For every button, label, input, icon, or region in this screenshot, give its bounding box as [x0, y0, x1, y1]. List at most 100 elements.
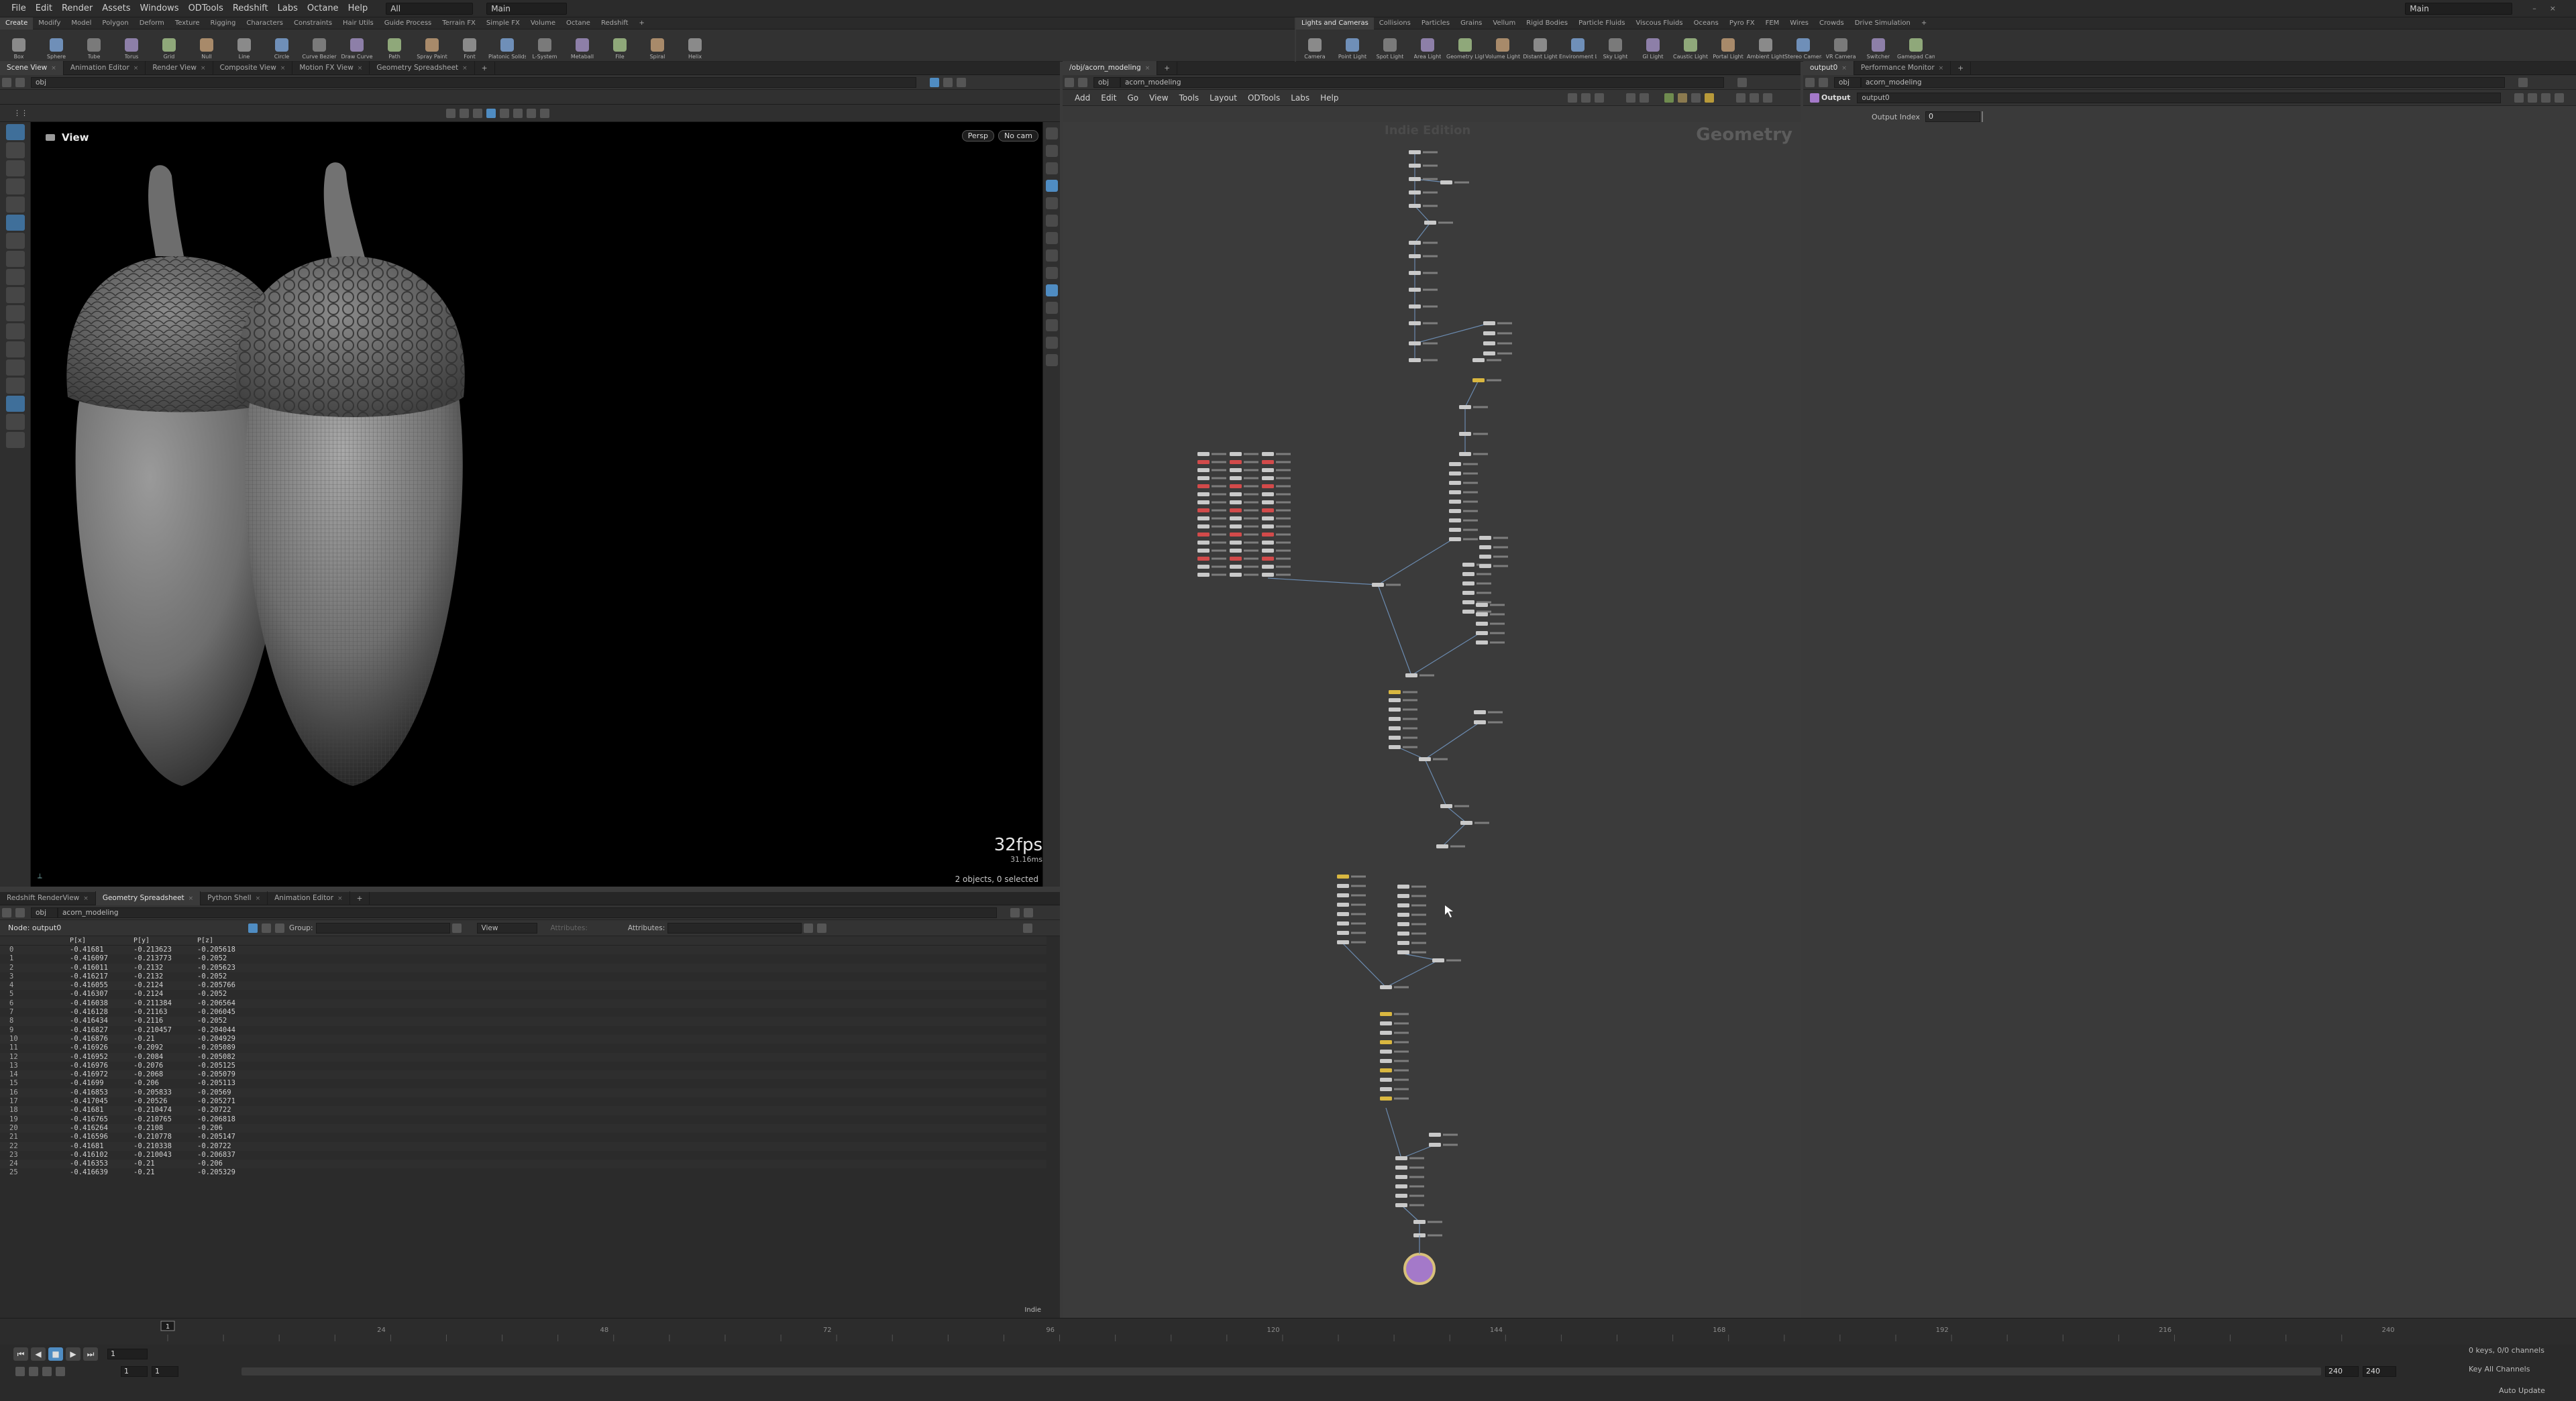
network-node[interactable]	[1479, 555, 1491, 559]
light-tool-icon[interactable]	[5, 414, 25, 430]
network-node[interactable]	[1424, 221, 1436, 225]
table-row[interactable]: 1 -0.416097 -0.213773 -0.2052	[0, 954, 1046, 963]
shelf-tool-spot-light[interactable]: Spot Light	[1371, 31, 1409, 62]
shelf-tab-characters[interactable]: Characters	[241, 17, 288, 30]
network-node[interactable]	[1380, 1068, 1392, 1072]
display-wire-icon[interactable]	[1045, 197, 1058, 209]
pose-tool-icon[interactable]	[5, 215, 25, 231]
network-node[interactable]	[1409, 190, 1421, 194]
shelf-tab-terrain-fx[interactable]: Terrain FX	[437, 17, 481, 30]
network-node[interactable]	[1230, 557, 1242, 561]
network-node[interactable]	[1409, 358, 1421, 362]
network-node[interactable]	[1449, 490, 1461, 494]
move-tool-icon[interactable]	[5, 142, 25, 158]
view-tool-icon[interactable]	[5, 233, 25, 249]
network-node[interactable]	[1432, 958, 1444, 962]
network-node[interactable]	[1230, 476, 1242, 480]
network-node[interactable]	[1395, 1156, 1407, 1160]
auto-update-select[interactable]: Auto Update	[2499, 1386, 2545, 1395]
menu-labs[interactable]: Labs	[273, 0, 303, 17]
display-hud-icon[interactable]	[1045, 337, 1058, 349]
network-search-icon[interactable]	[1735, 93, 1746, 103]
shelf-tool-platonic-solids[interactable]: Platonic Solids	[488, 31, 526, 62]
network-node[interactable]	[1337, 912, 1349, 916]
shelf-tab-deform[interactable]: Deform	[134, 17, 170, 30]
network-node[interactable]	[1380, 1050, 1392, 1054]
param-help-icon[interactable]	[2541, 93, 2551, 103]
shelf-tool-gamepad-camera[interactable]: Gamepad Camera	[1897, 31, 1935, 62]
window-minimize-icon[interactable]: –	[2532, 4, 2536, 13]
network-node[interactable]	[1197, 557, 1210, 561]
view-select[interactable]: View	[476, 922, 537, 934]
shelf-tab-crowds[interactable]: Crowds	[1814, 17, 1849, 30]
output-index-slider[interactable]	[1982, 111, 1983, 122]
link-icon[interactable]	[943, 77, 953, 87]
shelf-tab-model[interactable]: Model	[66, 17, 97, 30]
network-path-node[interactable]: acorn_modeling	[1120, 76, 1724, 88]
link-icon[interactable]	[1024, 907, 1033, 917]
network-node[interactable]	[1409, 150, 1421, 154]
network-node[interactable]	[1405, 673, 1417, 677]
shelf-tab-pyro-fx[interactable]: Pyro FX	[1724, 17, 1760, 30]
network-node[interactable]	[1197, 516, 1210, 520]
add-pane-tab-icon[interactable]: +	[350, 891, 370, 905]
network-node[interactable]	[1474, 720, 1486, 724]
tab-close-icon[interactable]: ×	[83, 895, 89, 902]
network-node[interactable]	[1197, 484, 1210, 488]
network-node[interactable]	[1389, 745, 1401, 749]
network-node[interactable]	[1449, 509, 1461, 513]
network-tool-note-icon[interactable]	[1704, 93, 1714, 103]
sheet-path-obj[interactable]: obj	[31, 907, 58, 918]
network-node[interactable]	[1429, 1143, 1441, 1147]
timeline-bar[interactable]: 24 48 72 96 120 144 168 192 216 240 1	[0, 1318, 2576, 1345]
network-node[interactable]	[1440, 180, 1452, 184]
shelf-tool-portal-light[interactable]: Portal Light	[1709, 31, 1747, 62]
network-node[interactable]	[1409, 204, 1421, 208]
shelf-tool-torus[interactable]: Torus	[113, 31, 150, 62]
add-shelf-tab-icon[interactable]: +	[634, 17, 650, 30]
menu-octane[interactable]: Octane	[303, 0, 343, 17]
tab-close-icon[interactable]: ×	[280, 65, 286, 72]
network-node[interactable]	[1449, 462, 1461, 466]
output-index-field[interactable]: 0	[1925, 111, 1980, 122]
network-node[interactable]	[1337, 931, 1349, 935]
network-node[interactable]	[1483, 341, 1495, 345]
pane-menu-icon[interactable]	[957, 77, 966, 87]
network-node[interactable]	[1197, 565, 1210, 569]
network-node[interactable]	[1380, 1078, 1392, 1082]
shelf-tool-switcher[interactable]: Switcher	[1860, 31, 1897, 62]
network-menu-add[interactable]: Add	[1069, 90, 1095, 106]
key-icon[interactable]	[56, 1367, 65, 1376]
network-node[interactable]	[1449, 481, 1461, 485]
network-node[interactable]	[1397, 941, 1409, 945]
key-all-channels-select[interactable]: Key All Channels	[2469, 1365, 2530, 1374]
display-points-icon[interactable]	[1045, 215, 1058, 227]
network-node[interactable]	[1476, 603, 1488, 607]
network-node[interactable]	[1472, 378, 1485, 382]
network-node[interactable]	[1230, 468, 1242, 472]
network-node[interactable]	[1462, 563, 1474, 567]
network-node[interactable]	[1389, 717, 1401, 721]
render-region-icon[interactable]	[5, 305, 25, 321]
network-tool-shape-icon[interactable]	[1677, 93, 1687, 103]
table-row[interactable]: 20 -0.416264 -0.2108 -0.206	[0, 1123, 1046, 1133]
display-uv-icon[interactable]	[1045, 249, 1058, 262]
table-row[interactable]: 5 -0.416307 -0.2124 -0.2052	[0, 990, 1046, 999]
network-node[interactable]	[1337, 921, 1349, 926]
network-node[interactable]	[1197, 468, 1210, 472]
network-node[interactable]	[1262, 500, 1274, 504]
network-node[interactable]	[1413, 1220, 1426, 1224]
pin-icon[interactable]	[2518, 77, 2528, 87]
network-node[interactable]	[1262, 476, 1274, 480]
network-node[interactable]	[1262, 452, 1274, 456]
network-node[interactable]	[1230, 573, 1242, 577]
tab-close-icon[interactable]: ×	[337, 895, 343, 902]
viewport-path-field[interactable]: obj	[31, 76, 916, 88]
network-node[interactable]	[1230, 524, 1242, 528]
realtime-toggle-icon[interactable]	[15, 1367, 25, 1376]
shelf-tool-curve-bezier[interactable]: Curve Bezier	[301, 31, 338, 62]
loop-icon[interactable]	[29, 1367, 38, 1376]
param-gear-icon[interactable]	[2514, 93, 2524, 103]
table-row[interactable]: 23 -0.416102 -0.210043 -0.206837	[0, 1151, 1046, 1160]
shelf-tool-stereo-camera[interactable]: Stereo Camera	[1784, 31, 1822, 62]
